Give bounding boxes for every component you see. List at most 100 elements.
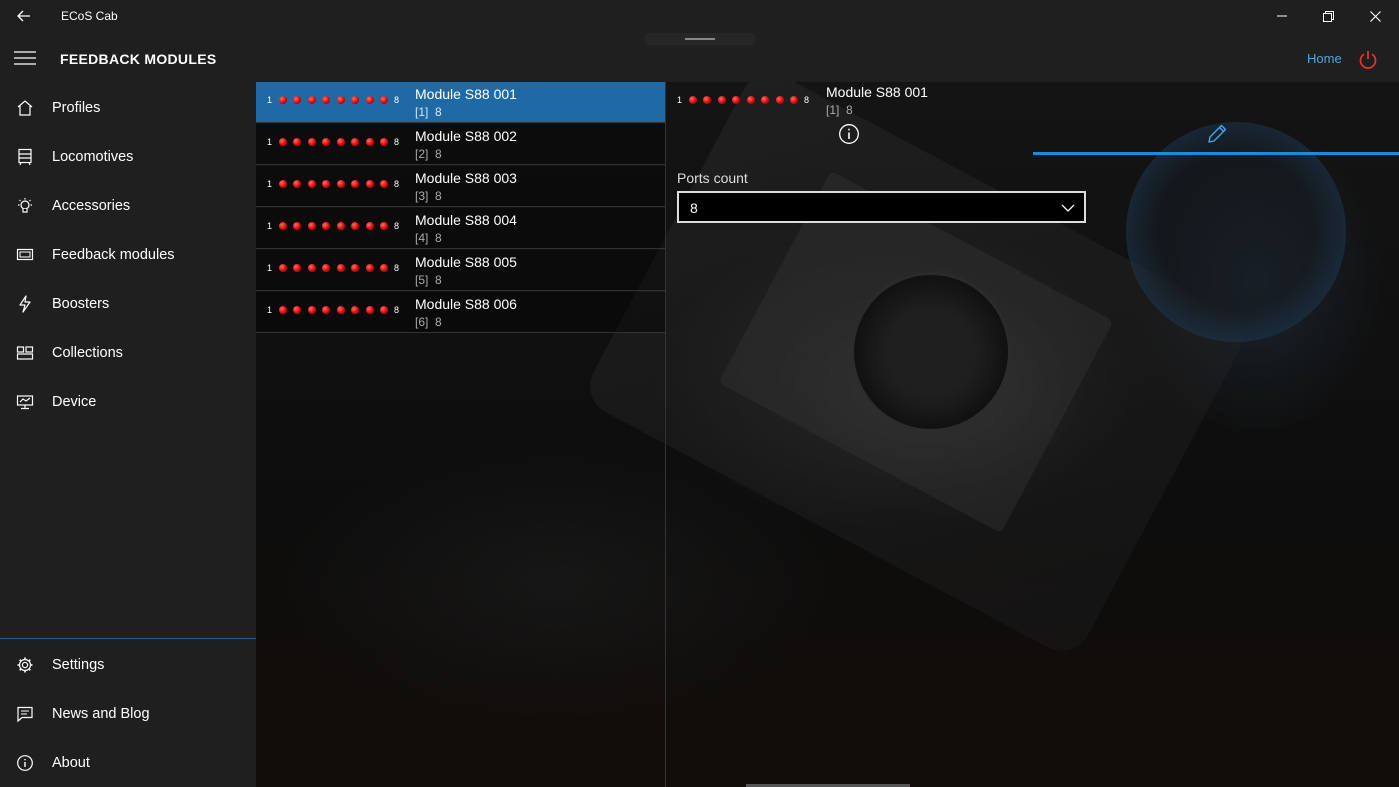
module-list-item[interactable]: 1 8 Module S88 003 [3] 8 [256,166,665,207]
module-name: Module S88 004 [415,212,517,228]
led-strip: 18 [267,262,399,274]
sidebar-item-about[interactable]: About [0,738,256,787]
led-strip: 18 [267,304,399,316]
led-indicator [688,96,697,104]
sidebar-item-label: Accessories [52,197,131,214]
led-indicator [293,264,302,272]
led-indicator [322,222,331,230]
led-indicator [351,306,360,314]
module-ports: 8 [435,147,442,161]
ports-count-dropdown[interactable]: 8 [677,191,1086,223]
module-address: [6] [415,315,429,329]
led-end-label: 8 [804,95,810,105]
module-ports: 8 [435,105,442,119]
info-tab-button[interactable] [838,123,860,145]
pane-drag-handle[interactable] [645,33,755,45]
led-indicator [293,138,302,146]
home-icon [16,99,34,117]
module-ports: 8 [435,231,442,245]
led-indicator [322,96,331,104]
led-indicator [307,138,316,146]
sidebar-item-profiles[interactable]: Profiles [0,83,256,132]
sidebar-item-collections[interactable]: Collections [0,328,256,377]
led-indicator [790,96,799,104]
page-title: FEEDBACK MODULES [60,51,217,67]
sidebar-item-settings[interactable]: Settings [0,640,256,689]
led-end-label: 8 [394,95,400,105]
sidebar-item-label: Profiles [52,99,101,116]
led-indicator [351,222,360,230]
sidebar-item-label: Device [52,393,97,410]
minimize-button[interactable] [1258,0,1305,32]
led-indicator [307,180,316,188]
edit-tab-button[interactable] [1203,120,1231,148]
led-indicator [278,96,287,104]
module-address: [5] [415,273,429,287]
home-link[interactable]: Home [1307,51,1342,66]
module-list-item[interactable]: 1 8 Module S88 006 [6] 8 [256,292,665,333]
led-indicator [307,264,316,272]
sidebar-item-boosters[interactable]: Boosters [0,279,256,328]
led-indicator [746,96,755,104]
led-indicator [732,96,741,104]
led-indicator [761,96,770,104]
lightning-icon [16,294,34,313]
led-indicator [365,222,374,230]
led-indicator [278,180,287,188]
led-indicator [293,222,302,230]
sidebar-item-feedback-modules[interactable]: Feedback modules [0,230,256,279]
sidebar-item-device[interactable]: Device [0,377,256,426]
sidebar-item-accessories[interactable]: Accessories [0,181,256,230]
led-indicator [322,180,331,188]
led-start-label: 1 [677,95,683,105]
news-icon [16,705,34,723]
power-icon [1359,51,1377,69]
led-indicator [351,180,360,188]
led-indicator [365,264,374,272]
sidebar-item-locomotives[interactable]: Locomotives [0,132,256,181]
module-sub: [6] 8 [415,315,442,329]
led-indicator [322,306,331,314]
chevron-down-icon [1061,204,1075,212]
module-name: Module S88 002 [415,128,517,144]
led-indicator [336,138,345,146]
restore-button[interactable] [1305,0,1352,32]
led-start-label: 1 [267,221,273,231]
module-list-item[interactable]: 1 8 Module S88 001 [1] 8 [256,82,665,123]
led-strip: 18 [267,94,399,106]
module-sub: [2] 8 [415,147,442,161]
led-indicator [365,138,374,146]
title-bar: ECoS Cab [0,0,1399,32]
led-indicator [351,264,360,272]
window-title: ECoS Cab [61,9,118,23]
module-list-item[interactable]: 1 8 Module S88 004 [4] 8 [256,208,665,249]
sidebar-item-news-and-blog[interactable]: News and Blog [0,689,256,738]
module-list-item[interactable]: 1 8 Module S88 005 [5] 8 [256,250,665,291]
led-end-label: 8 [394,263,400,273]
module-list-item[interactable]: 1 8 Module S88 002 [2] 8 [256,124,665,165]
collections-icon [16,344,34,362]
led-indicator [278,222,287,230]
feedback-module-icon [16,246,34,264]
led-start-label: 1 [267,305,273,315]
power-button[interactable] [1354,46,1382,74]
led-strip: 18 [267,220,399,232]
hamburger-menu-button[interactable] [6,42,44,74]
sidebar-item-label: Boosters [52,295,110,312]
led-indicator [380,222,389,230]
module-name: Module S88 001 [415,86,517,102]
close-button[interactable] [1352,0,1399,32]
info-icon [839,124,859,144]
led-indicator [336,180,345,188]
sidebar: Profiles Locomotives Accessories Feedbac… [0,82,256,787]
ports-count-value: 8 [690,200,698,216]
led-start-label: 1 [267,137,273,147]
back-button[interactable] [8,2,40,30]
module-address: [3] [415,189,429,203]
led-indicator [336,96,345,104]
led-indicator [293,306,302,314]
led-indicator [336,306,345,314]
led-indicator [278,264,287,272]
module-name: Module S88 003 [415,170,517,186]
led-end-label: 8 [394,179,400,189]
